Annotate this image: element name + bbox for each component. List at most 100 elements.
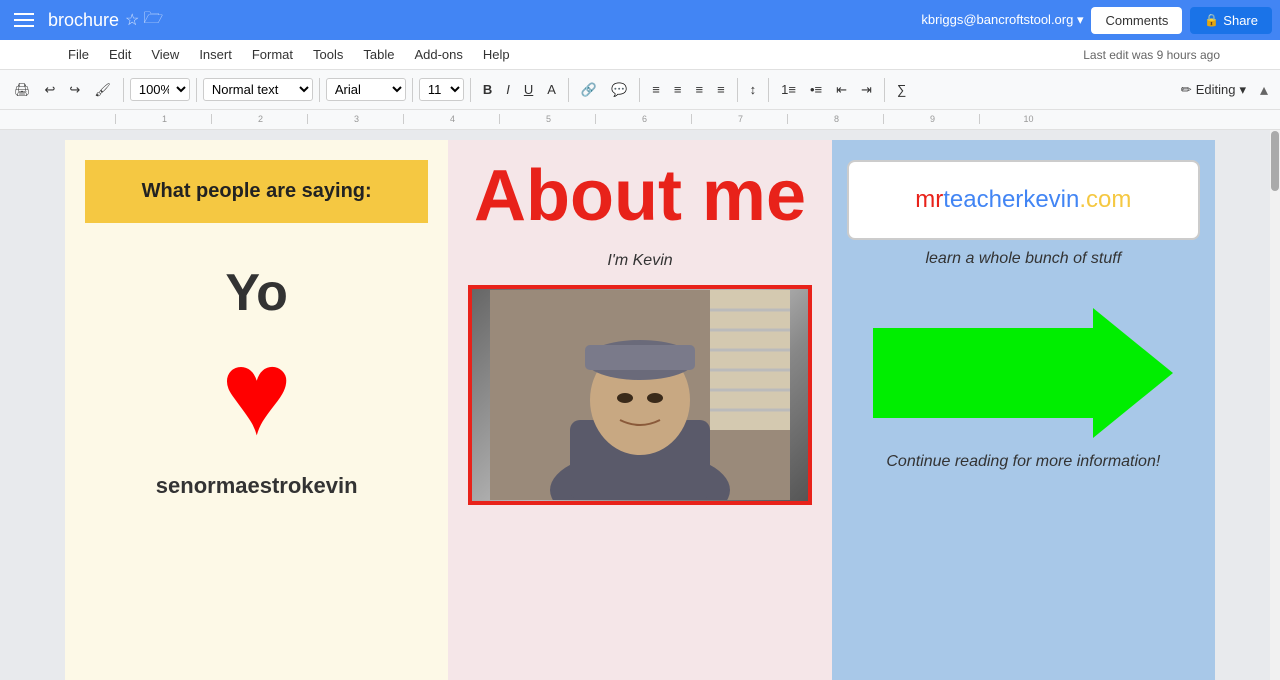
- photo-frame: [468, 285, 811, 505]
- align-left-button[interactable]: ≡: [646, 78, 666, 101]
- document-area: What people are saying: Yo ♥ senormaestr…: [0, 130, 1280, 680]
- menu-file[interactable]: File: [60, 43, 97, 66]
- align-right-button[interactable]: ≡: [689, 78, 709, 101]
- print-button[interactable]: 🖨: [8, 78, 37, 102]
- numbered-list-button[interactable]: 1≡: [775, 78, 802, 101]
- panel-center: About me I'm Kevin: [448, 140, 831, 680]
- topbar-right: kbriggs@bancroftstool.org ▾ Comments 🔒 S…: [921, 7, 1272, 34]
- separator-6: [568, 78, 569, 102]
- website-dotcom: .com: [1079, 186, 1131, 213]
- heart-icon: ♥: [221, 333, 292, 453]
- ruler-mark-8: 8: [787, 114, 883, 124]
- menu-help[interactable]: Help: [475, 43, 518, 66]
- im-kevin-text: I'm Kevin: [448, 252, 831, 270]
- paint-format-button[interactable]: 🖌: [88, 78, 117, 102]
- separator-9: [768, 78, 769, 102]
- separator-1: [123, 78, 124, 102]
- website-kevin: kevin: [1023, 186, 1079, 213]
- font-select[interactable]: Arial Times New Roman: [326, 78, 406, 101]
- menu-table[interactable]: Table: [355, 43, 402, 66]
- star-icon[interactable]: ☆: [125, 10, 139, 30]
- justify-button[interactable]: ≡: [711, 78, 731, 101]
- yellow-box-text: What people are saying:: [142, 180, 372, 203]
- separator-3: [319, 78, 320, 102]
- separator-7: [639, 78, 640, 102]
- comment-button[interactable]: 💬: [605, 78, 633, 102]
- editing-label: Editing: [1196, 82, 1236, 97]
- menu-edit[interactable]: Edit: [101, 43, 139, 66]
- menu-tools[interactable]: Tools: [305, 43, 351, 66]
- continue-text: Continue reading for more information!: [832, 453, 1215, 471]
- yo-text: Yo: [65, 263, 448, 323]
- ruler-mark-1: 1: [115, 114, 211, 124]
- menu-insert[interactable]: Insert: [191, 43, 240, 66]
- share-label: Share: [1223, 13, 1258, 28]
- align-center-button[interactable]: ≡: [668, 78, 688, 101]
- redo-button[interactable]: ↪: [63, 78, 86, 102]
- panel-right: mrteacherkevin.com learn a whole bunch o…: [832, 140, 1215, 680]
- underline-button[interactable]: U: [518, 78, 539, 101]
- document-panels: What people are saying: Yo ♥ senormaestr…: [65, 140, 1215, 670]
- website-teacher: teacher: [943, 186, 1023, 213]
- font-size-select[interactable]: 11 10 12 14: [419, 78, 464, 101]
- italic-button[interactable]: I: [500, 78, 516, 101]
- pencil-icon: ✏: [1181, 82, 1192, 98]
- arrow-body: [873, 328, 1093, 418]
- user-email[interactable]: kbriggs@bancroftstool.org ▾: [921, 12, 1083, 28]
- folder-icon[interactable]: 🗁: [143, 7, 163, 34]
- ruler: 1 2 3 4 5 6 7 8 9 10: [0, 110, 1280, 130]
- senor-text: senormaestrokevin: [65, 473, 448, 499]
- line-spacing-button[interactable]: ↕: [744, 78, 763, 101]
- ruler-mark-10: 10: [979, 114, 1075, 124]
- website-text: mrteacherkevin.com: [915, 186, 1131, 214]
- menu-hamburger-button[interactable]: [8, 4, 40, 36]
- ruler-content: 1 2 3 4 5 6 7 8 9 10: [115, 114, 1075, 124]
- separator-8: [737, 78, 738, 102]
- green-arrow: [873, 308, 1173, 438]
- separator-10: [884, 78, 885, 102]
- increase-indent-button[interactable]: ⇥: [855, 78, 878, 102]
- website-mr: mr: [915, 186, 943, 213]
- menu-addons[interactable]: Add-ons: [406, 43, 470, 66]
- yellow-box: What people are saying:: [85, 160, 428, 223]
- separator-5: [470, 78, 471, 102]
- ruler-mark-4: 4: [403, 114, 499, 124]
- ruler-mark-2: 2: [211, 114, 307, 124]
- share-button[interactable]: 🔒 Share: [1190, 7, 1272, 34]
- photo-svg: [490, 290, 790, 500]
- panel-left: What people are saying: Yo ♥ senormaestr…: [65, 140, 448, 680]
- about-me-heading: About me: [448, 140, 831, 242]
- separator-4: [412, 78, 413, 102]
- heart-container: ♥: [65, 333, 448, 453]
- bulleted-list-button[interactable]: •≡: [804, 78, 828, 101]
- text-style-select[interactable]: Normal text Heading 1 Heading 2: [203, 78, 313, 101]
- chevron-down-icon: ▾: [1239, 82, 1246, 98]
- ruler-mark-6: 6: [595, 114, 691, 124]
- link-button[interactable]: 🔗: [575, 78, 603, 102]
- separator-2: [196, 78, 197, 102]
- collapse-toolbar-button[interactable]: ▴: [1256, 76, 1272, 104]
- zoom-select[interactable]: 100% 75% 125%: [130, 78, 190, 101]
- website-box: mrteacherkevin.com: [847, 160, 1200, 240]
- formula-button[interactable]: ∑: [891, 78, 912, 101]
- scrollbar-thumb[interactable]: [1271, 131, 1279, 191]
- menu-view[interactable]: View: [143, 43, 187, 66]
- bold-button[interactable]: B: [477, 78, 498, 101]
- arrow-head: [1093, 308, 1173, 438]
- comments-button[interactable]: Comments: [1091, 7, 1182, 34]
- undo-button[interactable]: ↩: [39, 78, 62, 102]
- menu-bar: File Edit View Insert Format Tools Table…: [0, 40, 1280, 70]
- ruler-mark-7: 7: [691, 114, 787, 124]
- menu-format[interactable]: Format: [244, 43, 301, 66]
- ruler-mark-9: 9: [883, 114, 979, 124]
- text-color-button[interactable]: A: [541, 78, 562, 101]
- decrease-indent-button[interactable]: ⇤: [830, 78, 853, 102]
- person-photo: [472, 289, 807, 501]
- title-bar: brochure ☆ 🗁 kbriggs@bancroftstool.org ▾…: [0, 0, 1280, 40]
- arrow-container: [832, 308, 1215, 438]
- editing-mode-button[interactable]: ✏ Editing ▾: [1173, 78, 1254, 102]
- ruler-mark-5: 5: [499, 114, 595, 124]
- last-edit-label: Last edit was 9 hours ago: [1083, 48, 1220, 62]
- document-title[interactable]: brochure: [48, 10, 119, 31]
- scrollbar[interactable]: [1270, 130, 1280, 680]
